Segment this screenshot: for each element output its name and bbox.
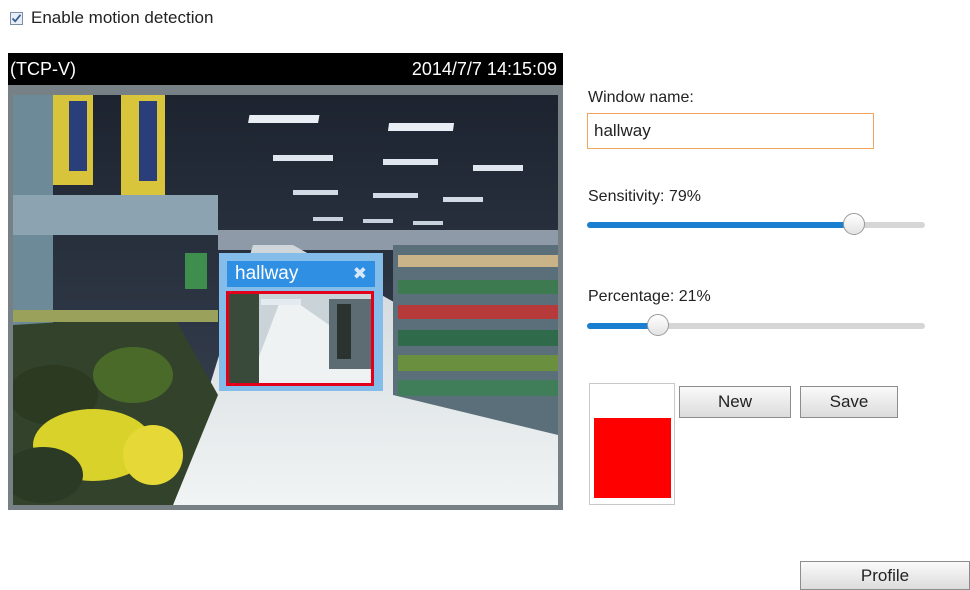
enable-motion-row[interactable]: Enable motion detection <box>10 8 213 28</box>
activity-level-bar <box>594 418 671 498</box>
slider-thumb[interactable] <box>646 314 669 336</box>
motion-window-header[interactable]: hallway ✖ <box>227 261 375 287</box>
sensitivity-label: Sensitivity: 79% <box>588 188 701 205</box>
enable-motion-checkbox[interactable] <box>10 11 23 25</box>
slider-fill <box>587 222 855 228</box>
profile-button[interactable]: Profile <box>800 561 970 590</box>
activity-level-indicator <box>589 383 675 505</box>
window-name-label: Window name: <box>588 89 694 106</box>
motion-window-region[interactable] <box>226 291 374 386</box>
checkmark-icon <box>11 13 22 23</box>
close-icon[interactable]: ✖ <box>353 264 367 284</box>
viewer-header: (TCP-V) 2014/7/7 14:15:09 <box>8 53 563 85</box>
enable-motion-label: Enable motion detection <box>31 8 214 27</box>
motion-window[interactable]: hallway ✖ <box>219 253 383 391</box>
window-name-input[interactable] <box>587 113 874 149</box>
percentage-slider[interactable] <box>587 313 925 339</box>
viewer-timestamp: 2014/7/7 14:15:09 <box>411 58 557 79</box>
stream-label: (TCP-V) <box>10 58 76 79</box>
motion-window-title: hallway <box>235 263 299 284</box>
sensitivity-slider[interactable] <box>587 212 925 238</box>
slider-thumb[interactable] <box>843 213 866 235</box>
new-button[interactable]: New <box>679 386 791 418</box>
save-button[interactable]: Save <box>800 386 898 418</box>
percentage-label: Percentage: 21% <box>588 288 711 305</box>
motion-region-image <box>229 294 371 383</box>
